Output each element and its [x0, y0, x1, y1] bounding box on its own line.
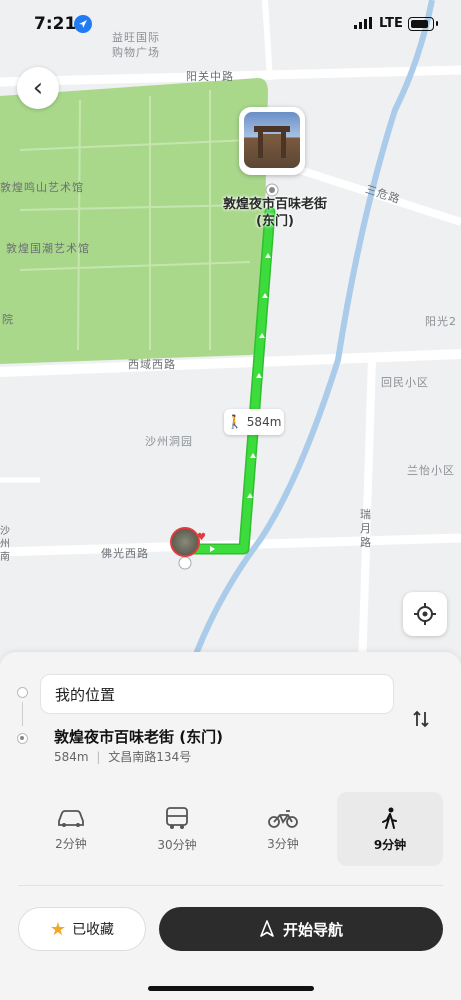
locate-me-button[interactable] — [403, 592, 447, 636]
origin-input[interactable]: 我的位置 — [40, 674, 394, 714]
destination-distance: 584m — [54, 750, 89, 764]
map-label-lanyi: 兰怡小区 — [407, 464, 455, 477]
status-bar: 7:21 LTE — [0, 0, 461, 48]
swap-route-button[interactable] — [408, 706, 434, 732]
bus-icon — [166, 806, 188, 829]
mode-bus-tab[interactable]: 30分钟 — [124, 792, 230, 866]
route-distance-text: 584m — [246, 415, 282, 429]
start-navigation-button[interactable]: 开始导航 — [159, 907, 443, 951]
mode-walk-time: 9分钟 — [373, 837, 407, 852]
map-view[interactable]: 益旺国际 购物广场 阳关中路 三危路 敦煌鸣山艺术馆 敦煌国潮艺术馆 院 西域西路… — [0, 0, 461, 670]
route-panel: 我的位置 敦煌夜市百味老街 (东门) 584m | 文昌南路134号 2分钟 3… — [0, 652, 461, 1000]
map-label-ruiyue-road: 瑞月路 — [360, 508, 372, 549]
home-indicator[interactable] — [148, 986, 314, 991]
mode-walk-tab[interactable]: 9分钟 — [337, 792, 443, 866]
battery-icon — [408, 17, 438, 31]
walk-icon: 🚶 — [226, 414, 243, 430]
signal-icon — [354, 17, 372, 29]
map-label-yuan: 院 — [2, 313, 14, 326]
map-label-yangguang: 阳光2 — [425, 315, 457, 328]
destination-details: 584m | 文昌南路134号 — [54, 748, 191, 765]
star-icon: ★ — [49, 918, 67, 940]
route-connector-line — [22, 702, 23, 726]
crosshair-icon — [414, 603, 436, 625]
swap-icon — [413, 710, 429, 728]
chevron-left-icon: ‹ — [32, 73, 44, 103]
destination-photo — [244, 112, 300, 168]
favorite-button[interactable]: ★ 已收藏 — [18, 907, 146, 951]
destination-map-label[interactable]: 敦煌夜市百味老街 (东门) — [200, 196, 350, 230]
map-label-guochao-art: 敦煌国潮艺术馆 — [6, 242, 90, 255]
mode-bike-time: 3分钟 — [267, 836, 299, 851]
map-label-mingshan-art: 敦煌鸣山艺术馆 — [0, 181, 84, 194]
my-location-avatar[interactable] — [170, 527, 200, 557]
mode-car-time: 2分钟 — [55, 836, 87, 851]
gate-icon — [254, 126, 290, 158]
map-label-xiyu-road: 西域西路 — [128, 358, 176, 371]
separator: | — [96, 750, 101, 764]
car-icon — [58, 809, 84, 827]
network-type: LTE — [379, 16, 403, 31]
map-label-yangguan-road: 阳关中路 — [186, 70, 234, 83]
destination-dot-icon — [17, 733, 28, 744]
origin-dot-icon — [17, 687, 28, 698]
status-time: 7:21 — [34, 14, 77, 34]
walk-icon — [382, 807, 397, 829]
destination-photo-marker[interactable] — [239, 107, 305, 175]
map-label-shazhou-south: 沙州南 — [0, 526, 11, 563]
mode-car-tab[interactable]: 2分钟 — [18, 792, 124, 866]
bike-icon — [268, 809, 298, 828]
navigation-arrow-icon — [260, 920, 274, 937]
mode-bike-tab[interactable]: 3分钟 — [230, 792, 336, 866]
destination-name[interactable]: 敦煌夜市百味老街 (东门) — [54, 726, 223, 747]
map-label-foguang-road: 佛光西路 — [101, 547, 149, 560]
location-arrow-icon — [74, 15, 92, 33]
start-navigation-label: 开始导航 — [282, 920, 343, 939]
mode-bus-time: 30分钟 — [157, 837, 197, 852]
heart-icon: ♥ — [197, 532, 206, 543]
map-label-huimin: 回民小区 — [381, 376, 429, 389]
travel-mode-tabs: 2分钟 30分钟 3分钟 9分钟 — [18, 792, 443, 866]
route-distance-chip: 🚶 584m — [224, 409, 284, 435]
favorite-label: 已收藏 — [72, 922, 115, 938]
map-base — [0, 0, 461, 670]
map-label-shazhou-park: 沙州洞园 — [145, 435, 193, 448]
divider — [18, 885, 443, 886]
destination-address: 文昌南路134号 — [108, 750, 192, 764]
back-button[interactable]: ‹ — [17, 67, 59, 109]
